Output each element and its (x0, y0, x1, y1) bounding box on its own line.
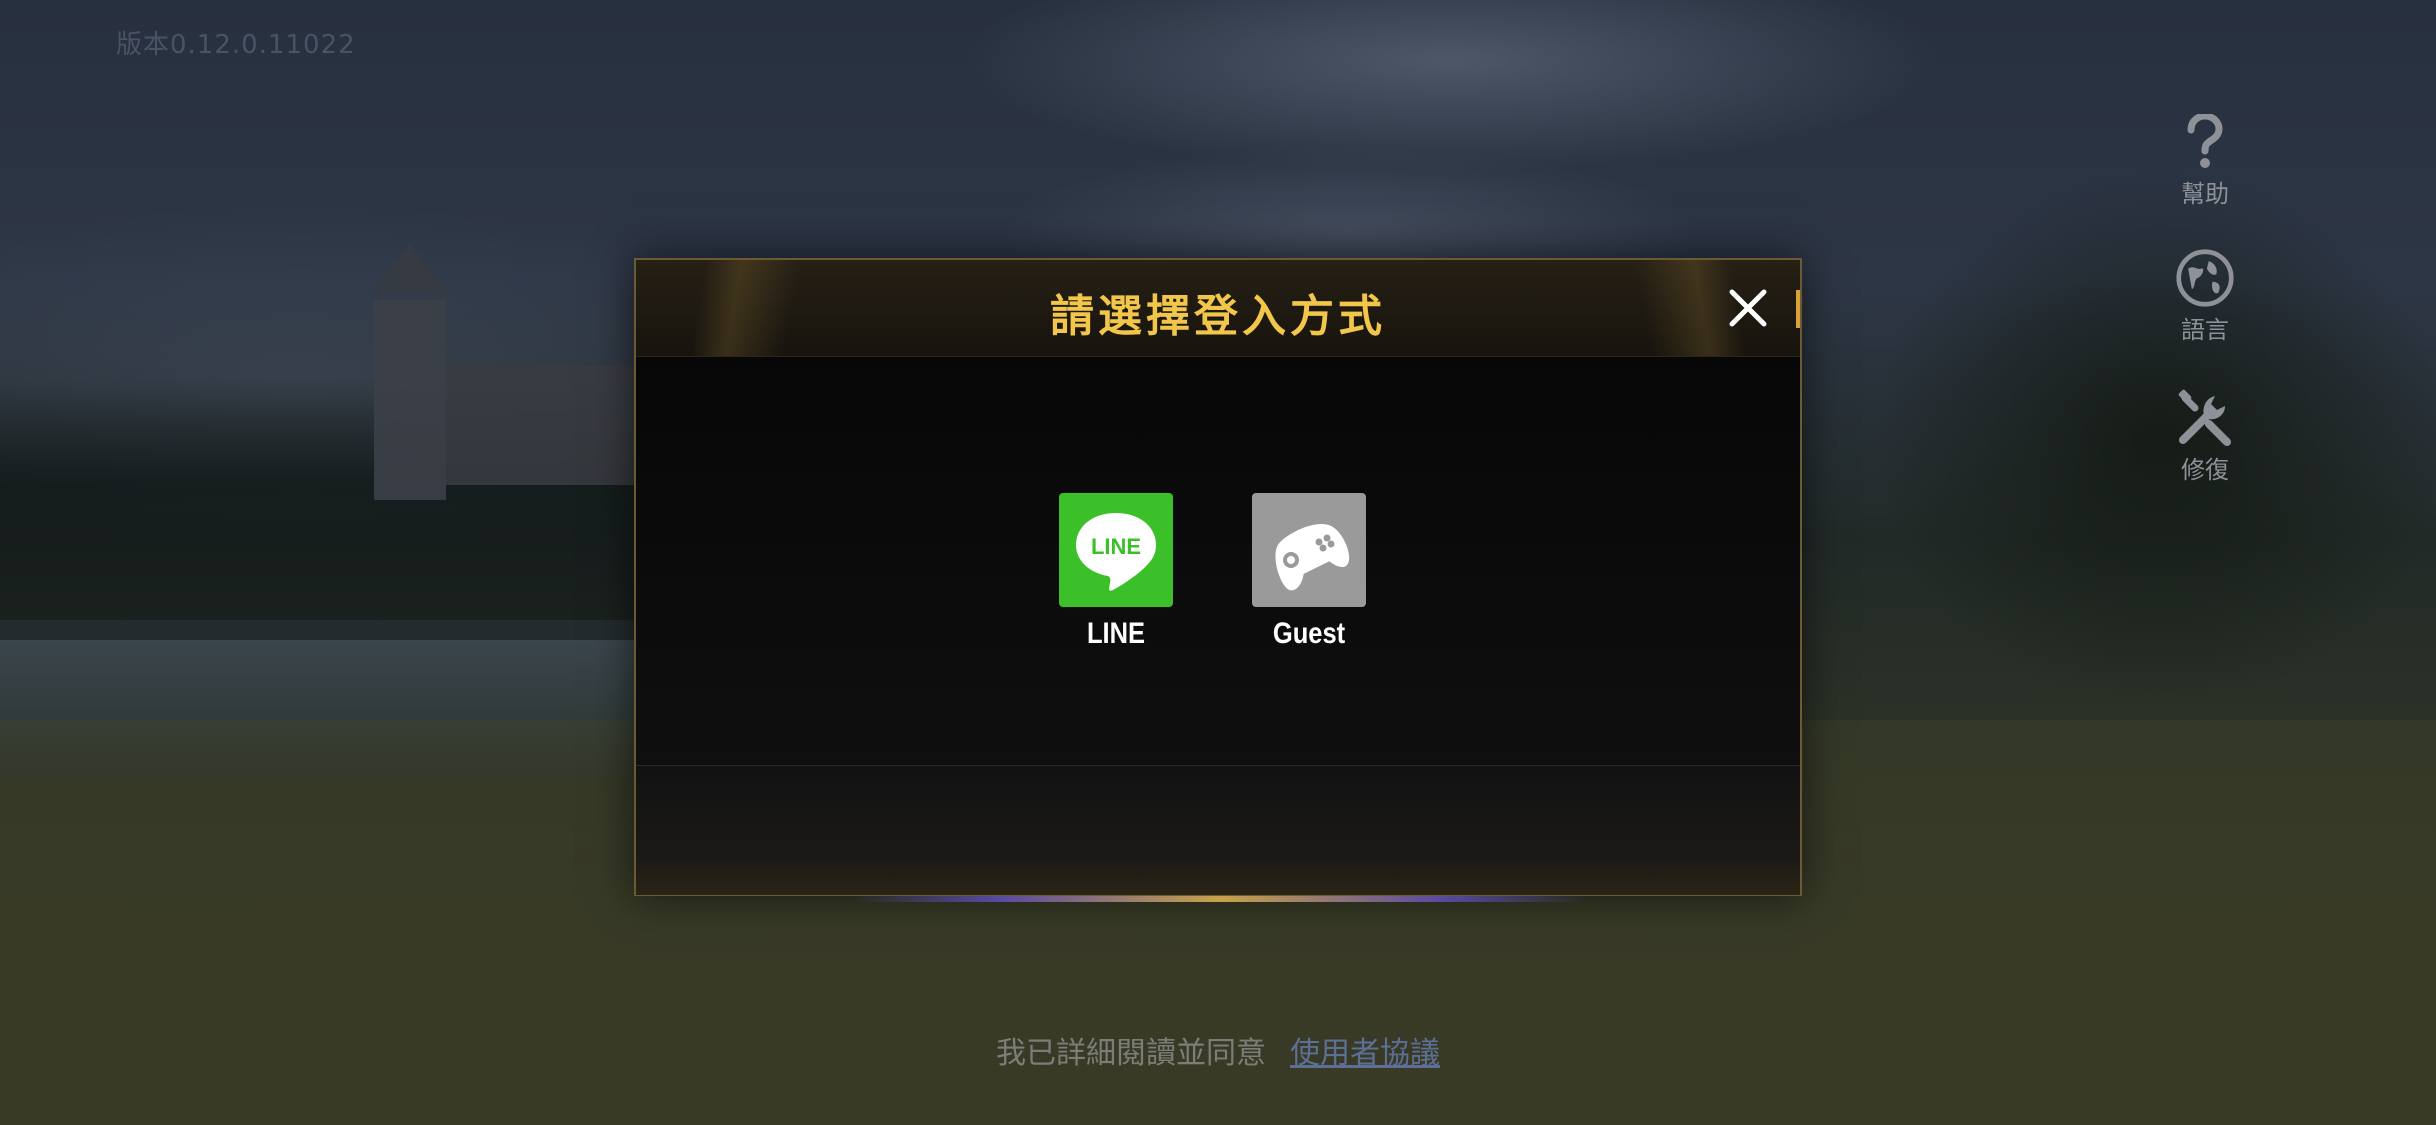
help-button[interactable]: 幫助 (2150, 112, 2260, 209)
svg-text:LINE: LINE (1091, 534, 1141, 559)
guest-label: Guest (1272, 617, 1346, 650)
dialog-header: 請選擇登入方式 (636, 260, 1800, 357)
language-button[interactable]: 語言 (2150, 248, 2260, 345)
gamepad-icon (1252, 493, 1366, 607)
help-icon (2175, 112, 2235, 172)
dialog-bottom-glow (852, 896, 1588, 902)
repair-icon (2175, 388, 2235, 448)
line-label: LINE (1086, 617, 1146, 650)
login-dialog: 請選擇登入方式 (634, 258, 1802, 902)
user-agreement-link[interactable]: 使用者協議 (1290, 1036, 1440, 1071)
help-label: 幫助 (2181, 180, 2229, 208)
background-tower (374, 300, 446, 500)
close-icon (1729, 289, 1767, 327)
repair-label: 修復 (2181, 456, 2229, 484)
version-label: 版本0.12.0.11022 (116, 30, 356, 60)
line-icon: LINE (1059, 493, 1173, 607)
globe-icon (2175, 248, 2235, 308)
language-label: 語言 (2181, 316, 2229, 344)
background-tower-roof (370, 244, 450, 296)
guest-login-button[interactable]: Guest (1252, 493, 1366, 651)
close-button[interactable] (1724, 284, 1772, 332)
repair-button[interactable]: 修復 (2150, 388, 2260, 485)
dialog-footer (636, 765, 1800, 895)
background-house (446, 365, 636, 485)
header-accent-bar (1796, 290, 1800, 328)
background-right-trees (1780, 140, 2436, 780)
dialog-title: 請選擇登入方式 (1050, 291, 1386, 342)
dialog-body (636, 357, 1800, 765)
agreement-row: 我已詳細閱讀並同意 使用者協議 (0, 1028, 2436, 1072)
agreement-text: 我已詳細閱讀並同意 (996, 1036, 1266, 1071)
line-login-button[interactable]: LINE LINE (1059, 493, 1173, 651)
